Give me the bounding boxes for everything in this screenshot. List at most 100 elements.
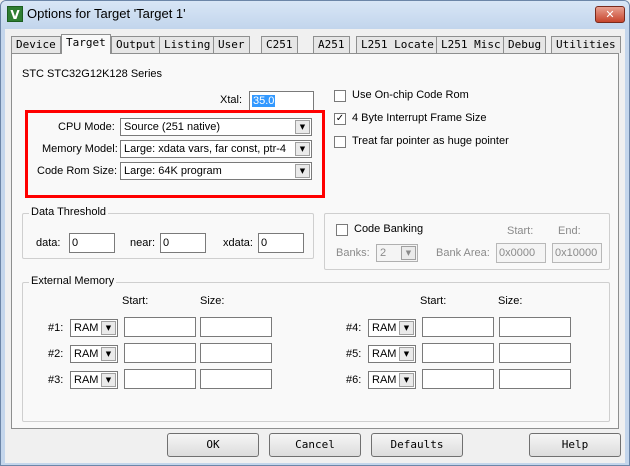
ext-mem-4-start[interactable] bbox=[422, 317, 494, 337]
ext-mem-2-type[interactable]: RAM ▼ bbox=[70, 345, 118, 363]
banks-value: 2 bbox=[380, 247, 387, 259]
chevron-down-icon: ▼ bbox=[295, 164, 310, 178]
options-dialog: V Options for Target 'Target 1' ✕ Device… bbox=[0, 0, 630, 466]
ext-mem-4-type-value: RAM bbox=[372, 322, 397, 334]
tab-listing[interactable]: Listing bbox=[159, 36, 216, 53]
xtal-label: Xtal: bbox=[220, 94, 243, 106]
xtal-value: 35.0 bbox=[252, 95, 276, 107]
xdata-label: xdata: bbox=[223, 237, 253, 249]
tab-a251[interactable]: A251 bbox=[313, 36, 350, 53]
memory-model-value: Large: xdata vars, far const, ptr-4 bbox=[124, 143, 287, 155]
tab-output[interactable]: Output bbox=[111, 36, 161, 53]
defaults-button[interactable]: Defaults bbox=[371, 433, 463, 457]
ext-mem-2-start[interactable] bbox=[124, 343, 196, 363]
ext-size-label: Size: bbox=[200, 295, 225, 307]
chevron-down-icon: ▼ bbox=[101, 347, 116, 361]
ext-mem-2-type-value: RAM bbox=[74, 348, 99, 360]
four-byte-frame-label: 4 Byte Interrupt Frame Size bbox=[352, 112, 487, 124]
tab-debug[interactable]: Debug bbox=[503, 36, 547, 53]
onchip-code-rom-checkbox[interactable] bbox=[334, 90, 346, 102]
memory-model-label: Memory Model: bbox=[42, 143, 118, 155]
ext-mem-6-type-value: RAM bbox=[372, 374, 397, 386]
code-rom-size-label: Code Rom Size: bbox=[37, 165, 118, 177]
banks-select[interactable]: 2 ▼ bbox=[376, 244, 418, 262]
title-bar[interactable]: V Options for Target 'Target 1' ✕ bbox=[1, 1, 629, 29]
ext-mem-4-label: #4: bbox=[346, 322, 362, 334]
chevron-down-icon: ▼ bbox=[295, 142, 310, 156]
code-banking-label: Code Banking bbox=[354, 223, 424, 235]
tab-l251-locate[interactable]: L251 Locate bbox=[356, 36, 439, 53]
ext-mem-5-type[interactable]: RAM ▼ bbox=[368, 345, 416, 363]
ext-mem-2-size[interactable] bbox=[200, 343, 272, 363]
chevron-down-icon: ▼ bbox=[399, 373, 414, 387]
tab-strip: Device Target Output Listing User C251 A… bbox=[11, 34, 621, 54]
ext-mem-3-start[interactable] bbox=[124, 369, 196, 389]
ok-button[interactable]: OK bbox=[167, 433, 259, 457]
device-series: STC STC32G12K128 Series bbox=[22, 68, 163, 80]
chevron-down-icon: ▼ bbox=[399, 347, 414, 361]
ext-mem-6-type[interactable]: RAM ▼ bbox=[368, 371, 416, 389]
check-icon: ✓ bbox=[335, 113, 345, 124]
code-rom-size-select[interactable]: Large: 64K program ▼ bbox=[120, 162, 312, 180]
cancel-button[interactable]: Cancel bbox=[269, 433, 361, 457]
near-threshold-input[interactable]: 0 bbox=[160, 233, 206, 253]
ext-start-label-right: Start: bbox=[420, 295, 447, 307]
data-threshold-input[interactable]: 0 bbox=[69, 233, 115, 253]
ext-mem-3-size[interactable] bbox=[200, 369, 272, 389]
data-label: data: bbox=[36, 237, 61, 249]
bank-end-label: End: bbox=[558, 225, 581, 237]
external-memory-title: External Memory bbox=[29, 275, 117, 287]
ext-mem-1-type-value: RAM bbox=[74, 322, 99, 334]
chevron-down-icon: ▼ bbox=[399, 321, 414, 335]
bank-start-input[interactable]: 0x0000 bbox=[496, 243, 546, 263]
ext-mem-3-type-value: RAM bbox=[74, 374, 99, 386]
ext-mem-4-size[interactable] bbox=[499, 317, 571, 337]
bank-start-label: Start: bbox=[507, 225, 534, 237]
memory-model-select[interactable]: Large: xdata vars, far const, ptr-4 ▼ bbox=[120, 140, 312, 158]
ext-mem-1-start[interactable] bbox=[124, 317, 196, 337]
window-title: Options for Target 'Target 1' bbox=[27, 6, 186, 21]
far-huge-pointer-label: Treat far pointer as huge pointer bbox=[352, 135, 509, 147]
ext-mem-2-label: #2: bbox=[48, 348, 64, 360]
ext-mem-3-type[interactable]: RAM ▼ bbox=[70, 371, 118, 389]
onchip-code-rom-label: Use On-chip Code Rom bbox=[352, 89, 469, 101]
tab-l251-misc[interactable]: L251 Misc bbox=[436, 36, 506, 53]
bank-end-input[interactable]: 0x10000 bbox=[552, 243, 602, 263]
chevron-down-icon: ▼ bbox=[295, 120, 310, 134]
ext-mem-1-label: #1: bbox=[48, 322, 64, 334]
ext-mem-6-label: #6: bbox=[346, 374, 362, 386]
code-banking-checkbox[interactable] bbox=[336, 224, 348, 236]
tab-device[interactable]: Device bbox=[11, 36, 61, 53]
chevron-down-icon: ▼ bbox=[101, 373, 116, 387]
ext-mem-6-start[interactable] bbox=[422, 369, 494, 389]
ext-mem-6-size[interactable] bbox=[499, 369, 571, 389]
ext-mem-5-start[interactable] bbox=[422, 343, 494, 363]
chevron-down-icon: ▼ bbox=[401, 246, 416, 260]
tab-c251[interactable]: C251 bbox=[261, 36, 298, 53]
ext-mem-3-label: #3: bbox=[48, 374, 64, 386]
cpu-mode-label: CPU Mode: bbox=[58, 121, 115, 133]
close-button[interactable]: ✕ bbox=[595, 6, 625, 23]
xtal-input[interactable]: 35.0 bbox=[249, 91, 314, 111]
tab-user[interactable]: User bbox=[213, 36, 250, 53]
four-byte-frame-checkbox[interactable]: ✓ bbox=[334, 113, 346, 125]
near-label: near: bbox=[130, 237, 156, 249]
ext-mem-5-label: #5: bbox=[346, 348, 362, 360]
ext-size-label-right: Size: bbox=[498, 295, 523, 307]
help-button[interactable]: Help bbox=[529, 433, 621, 457]
banks-label: Banks: bbox=[336, 247, 370, 259]
ext-mem-5-size[interactable] bbox=[499, 343, 571, 363]
tab-target[interactable]: Target bbox=[61, 34, 111, 54]
code-rom-size-value: Large: 64K program bbox=[124, 165, 222, 177]
ext-mem-4-type[interactable]: RAM ▼ bbox=[368, 319, 416, 337]
far-huge-pointer-checkbox[interactable] bbox=[334, 136, 346, 148]
close-icon: ✕ bbox=[605, 8, 615, 21]
tab-utilities[interactable]: Utilities bbox=[551, 36, 621, 53]
bank-area-label: Bank Area: bbox=[436, 247, 490, 259]
data-threshold-title: Data Threshold bbox=[29, 206, 109, 218]
ext-mem-5-type-value: RAM bbox=[372, 348, 397, 360]
ext-mem-1-size[interactable] bbox=[200, 317, 272, 337]
cpu-mode-select[interactable]: Source (251 native) ▼ bbox=[120, 118, 312, 136]
ext-mem-1-type[interactable]: RAM ▼ bbox=[70, 319, 118, 337]
xdata-threshold-input[interactable]: 0 bbox=[258, 233, 304, 253]
